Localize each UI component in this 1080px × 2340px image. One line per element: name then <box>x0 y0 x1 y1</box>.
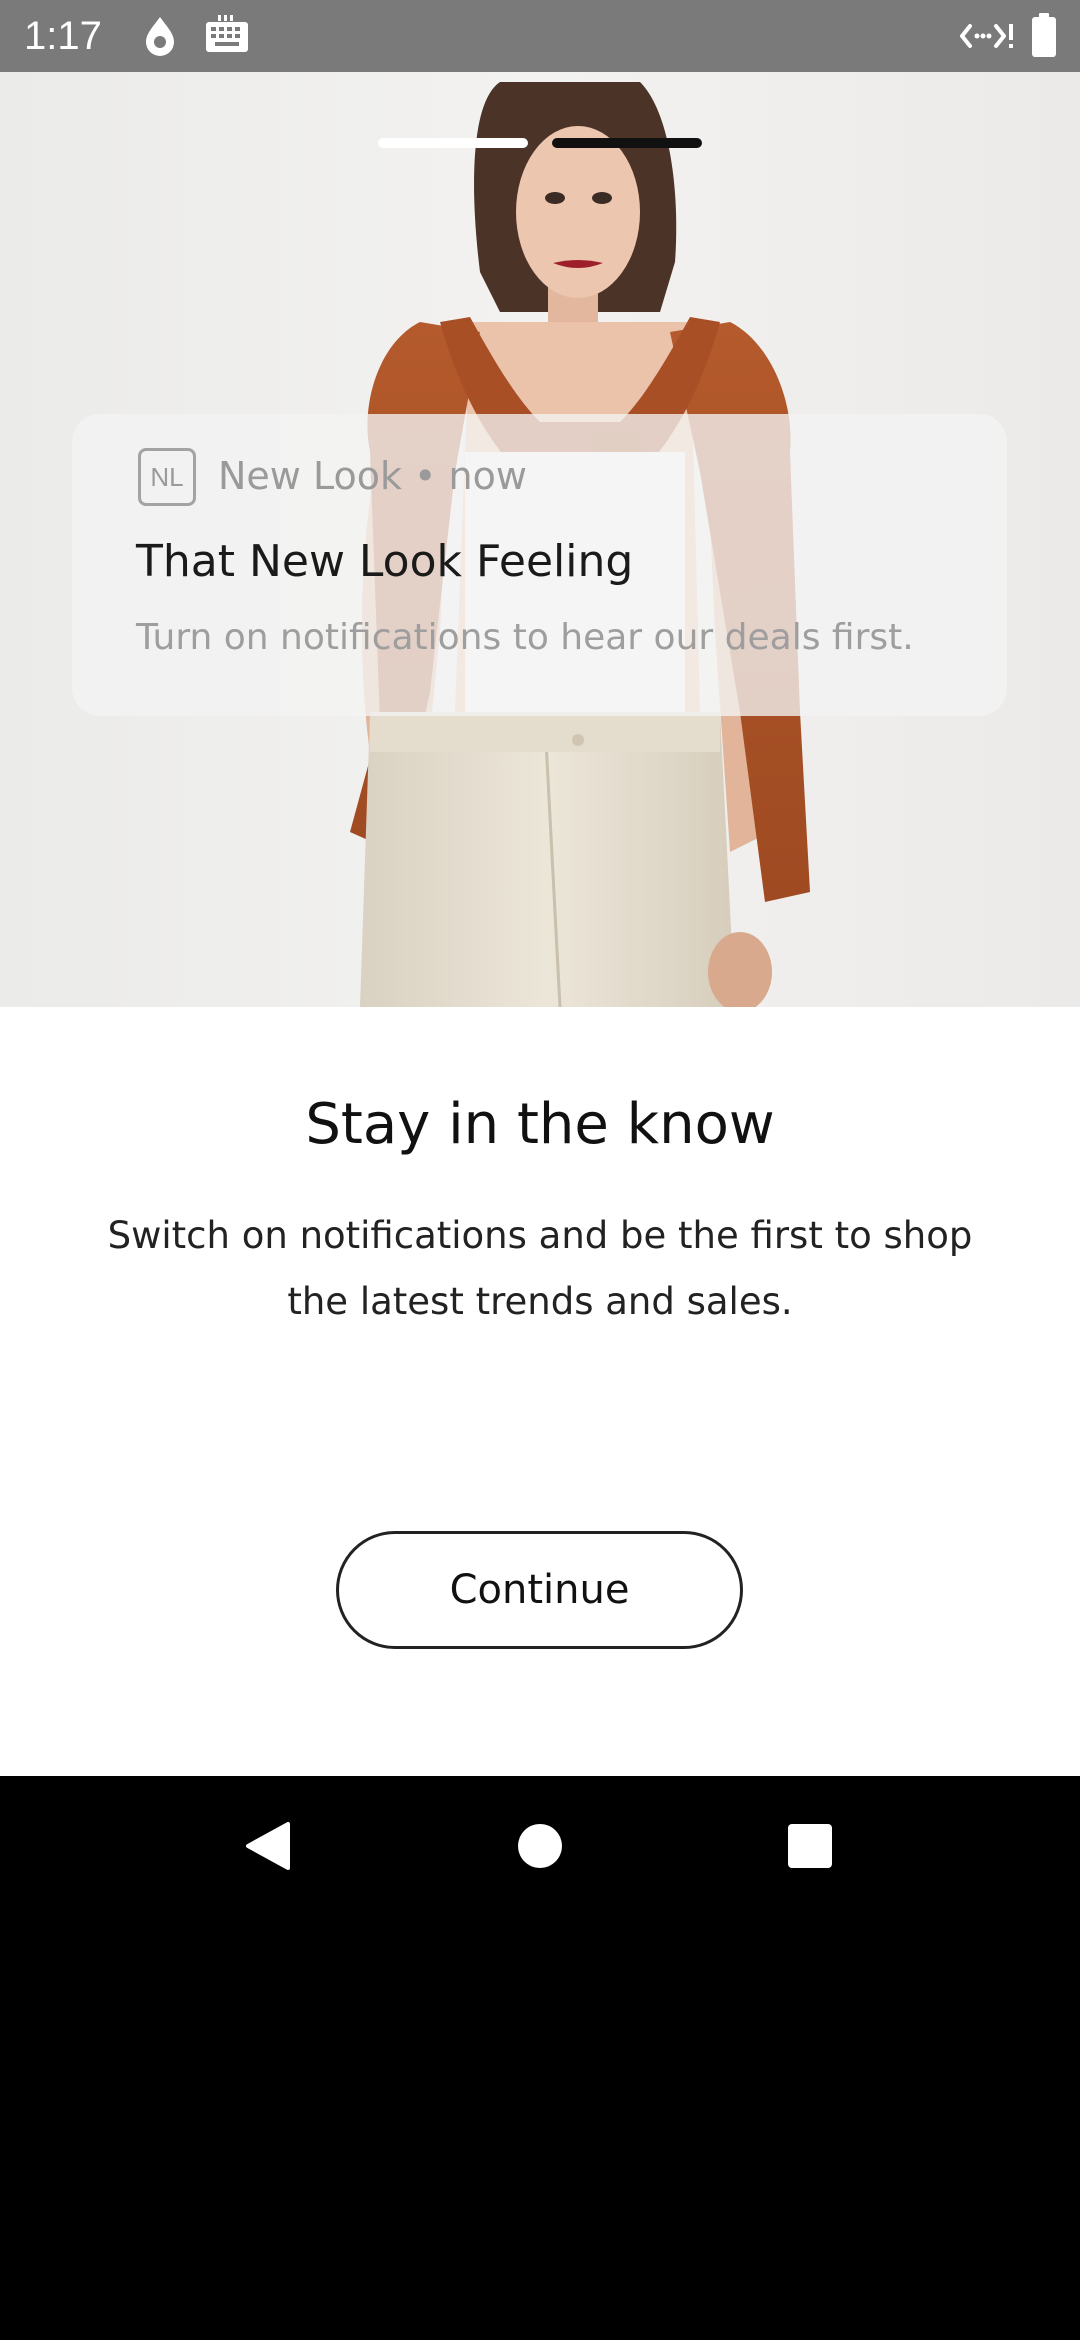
sample-notification-card: NL New Look • now That New Look Feeling … <box>72 414 1007 716</box>
pager-indicator-1[interactable] <box>378 138 528 148</box>
notification-title: That New Look Feeling <box>136 536 634 587</box>
system-navigation-bar <box>0 1776 1080 2340</box>
pager-indicator-2[interactable] <box>552 138 702 148</box>
page-description: Switch on notifications and be the first… <box>107 1214 973 1323</box>
code-signal-icon <box>960 18 1014 58</box>
back-button[interactable] <box>208 1776 328 1916</box>
new-look-logo: NL <box>138 448 196 506</box>
recents-icon <box>788 1824 832 1868</box>
notification-app-line: New Look • now <box>218 454 527 498</box>
hero-banner: NL New Look • now That New Look Feeling … <box>0 72 1080 1007</box>
recents-button[interactable] <box>750 1776 870 1916</box>
onboarding-content: Stay in the know Switch on notifications… <box>0 1007 1080 1776</box>
home-icon <box>518 1824 562 1868</box>
continue-button[interactable]: Continue <box>336 1531 743 1649</box>
home-button[interactable] <box>480 1776 600 1916</box>
keyboard-icon <box>204 14 250 60</box>
notification-body: Turn on notifications to hear our deals … <box>136 617 914 658</box>
battery-icon <box>1030 12 1058 62</box>
page-title: Stay in the know <box>305 1092 775 1157</box>
water-drop-icon <box>142 14 178 62</box>
status-time: 1:17 <box>24 14 102 58</box>
back-icon <box>246 1822 290 1870</box>
status-bar: 1:17 <box>0 0 1080 72</box>
